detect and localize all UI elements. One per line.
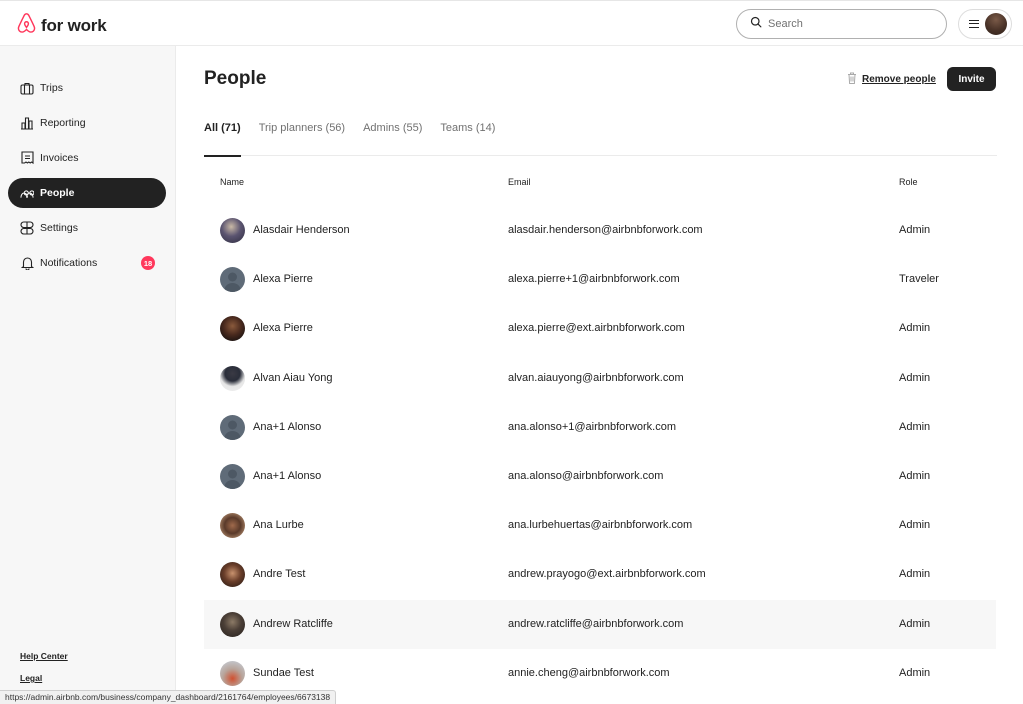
person-email: ana.lurbehuertas@airbnbforwork.com [508,519,693,532]
sidebar-item-label: Reporting [40,117,86,129]
person-email: alasdair.henderson@airbnbforwork.com [508,224,703,236]
notification-count-badge: 18 [141,256,155,270]
person-role: Admin [899,322,931,335]
sidebar-item-label: People [40,187,75,199]
logo-text: for work [41,15,107,35]
avatar [220,316,245,342]
receipt-icon [20,151,34,165]
person-name: Ana+1 Alonso [253,420,322,433]
person-email: ana.alonso@airbnbforwork.com [508,470,664,482]
person-email: alexa.pierre+1@airbnbforwork.com [508,273,680,286]
hamburger-menu-icon [969,20,979,28]
trash-icon [847,72,857,87]
person-role: Admin [899,666,931,679]
table-row[interactable]: Andre Test andrew.prayogo@ext.airbnbforwo… [204,550,996,599]
avatar [220,611,245,637]
person-email: alexa.pierre@ext.airbnbforwork.com [508,322,685,335]
sidebar-item-label: Invoices [40,152,79,164]
avatar [220,218,245,243]
person-name: Alexa Pierre [253,273,313,286]
tab-all[interactable]: All (71) [204,122,241,157]
person-name: Andrew Ratcliffe [253,617,333,630]
page-title: People [204,68,267,89]
person-name: Ana+1 Alonso [253,470,322,482]
avatar [220,365,245,391]
top-bar: for work Search [0,0,1023,46]
search-icon [750,15,762,33]
sidebar-item-label: Notifications [40,257,98,269]
person-name: Alasdair Henderson [253,224,350,236]
column-header-role[interactable]: Role [899,177,918,187]
person-email: ana.alonso+1@airbnbforwork.com [508,420,677,433]
status-bar-url: https://admin.airbnb.com/business/compan… [0,690,337,704]
person-role: Admin [899,519,931,532]
sidebar-item-trips[interactable]: Trips [8,73,166,103]
legal-link[interactable]: Legal [20,673,42,683]
search-input[interactable]: Search [736,9,947,39]
table-row[interactable]: Ana+1 Alonso ana.alonso@airbnbforwork.com… [204,452,996,501]
people-icon [20,186,34,200]
person-name: Alexa Pierre [253,322,313,335]
sidebar-item-notifications[interactable]: Notifications 18 [8,248,166,278]
table-row[interactable]: Alexa Pierre alexa.pierre+1@airbnbforwork… [204,255,996,304]
default-avatar-icon [220,414,245,440]
person-role: Traveler [899,273,939,286]
person-email: andrew.ratcliffe@airbnbforwork.com [508,617,684,630]
person-role: Admin [899,224,931,236]
person-email: andrew.prayogo@ext.airbnbforwork.com [508,568,706,581]
search-placeholder: Search [768,18,803,30]
invite-button[interactable]: Invite [947,67,996,91]
person-email: alvan.aiauyong@airbnbforwork.com [508,371,684,384]
person-name: Ana Lurbe [253,519,304,532]
sidebar-item-invoices[interactable]: Invoices [8,143,166,173]
airbnb-logo-icon [16,12,37,39]
person-name: Sundae Test [253,666,314,679]
sidebar-item-label: Trips [40,82,63,94]
sidebar-item-label: Settings [40,222,78,234]
tab-trip-planners[interactable]: Trip planners (56) [259,122,345,156]
column-header-name[interactable]: Name [220,177,244,187]
bell-icon [20,256,34,270]
person-email: annie.cheng@airbnbforwork.com [508,666,670,679]
help-center-link[interactable]: Help Center [20,651,68,661]
table-row[interactable]: Alasdair Henderson alasdair.henderson@air… [204,206,996,255]
bar-chart-icon [20,116,34,130]
person-role: Admin [899,470,931,482]
table-row[interactable]: Alvan Aiau Yong alvan.aiauyong@airbnbforw… [204,354,996,403]
table-row[interactable]: Alexa Pierre alexa.pierre@ext.airbnbforwo… [204,304,996,353]
filter-tabs: All (71) Trip planners (56) Admins (55) … [204,122,997,157]
briefcase-icon [20,81,34,95]
default-avatar-icon [220,464,245,489]
logo[interactable]: for work [16,12,107,39]
table-row[interactable]: Ana+1 Alonso ana.alonso+1@airbnbforwork.c… [204,403,996,452]
remove-people-label: Remove people [862,74,936,85]
sidebar: Trips Reporting Invoices People Settings… [0,46,176,704]
user-avatar [985,13,1007,35]
person-role: Admin [899,371,931,384]
person-name: Alvan Aiau Yong [253,371,333,384]
avatar [220,562,245,588]
avatar [220,513,245,539]
main-content: People Remove people Invite All (71) Tri… [176,46,1023,704]
table-row[interactable]: Andrew Ratcliffe andrew.ratcliffe@airbnbf… [204,599,996,649]
default-avatar-icon [220,267,245,293]
person-name: Andre Test [253,568,306,581]
person-role: Admin [899,568,931,581]
avatar [220,660,245,686]
column-header-email[interactable]: Email [508,177,531,187]
sidebar-item-people[interactable]: People [8,178,166,208]
table-row[interactable]: Ana Lurbe ana.lurbehuertas@airbnbforwork.… [204,501,996,550]
sidebar-item-settings[interactable]: Settings [8,213,166,243]
tab-admins[interactable]: Admins (55) [363,122,422,156]
person-role: Admin [899,617,931,630]
user-menu-button[interactable] [958,9,1012,39]
tab-teams[interactable]: Teams (14) [440,122,495,156]
sidebar-item-reporting[interactable]: Reporting [8,108,166,138]
toggles-icon [20,221,34,235]
remove-people-button[interactable]: Remove people [847,72,936,87]
person-role: Admin [899,420,931,433]
